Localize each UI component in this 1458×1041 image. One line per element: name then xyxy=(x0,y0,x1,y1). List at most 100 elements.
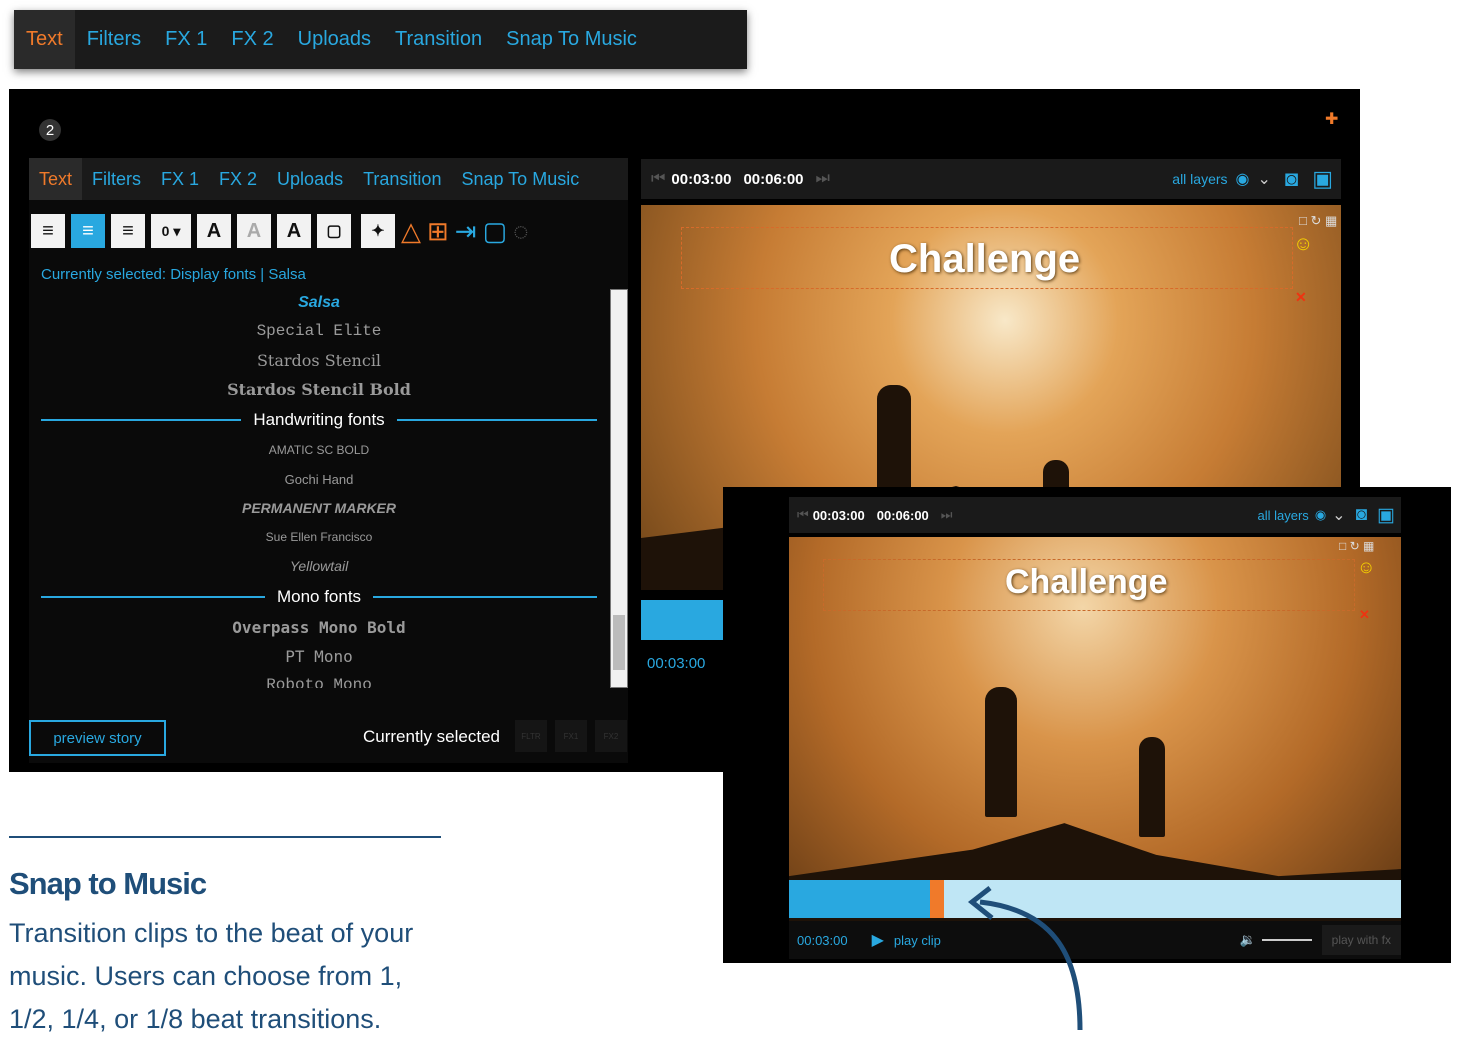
tab-fx2[interactable]: FX 2 xyxy=(209,158,267,200)
tab-fx2[interactable]: FX 2 xyxy=(219,10,285,69)
preview-story-button[interactable]: preview story xyxy=(29,720,166,756)
font-item[interactable]: Stardos Stencil Bold xyxy=(29,375,609,404)
tab-fx1[interactable]: FX 1 xyxy=(153,10,219,69)
chevron-down-icon[interactable]: ⌄ xyxy=(1258,169,1271,189)
font-list-scrollbar[interactable] xyxy=(610,289,628,688)
font-item[interactable]: Special Elite xyxy=(29,317,609,346)
font-item[interactable]: Sue Ellen Francisco xyxy=(29,523,609,552)
callout-arrow-icon xyxy=(967,886,1083,1030)
feature-description: Transition clips to the beat of your mus… xyxy=(9,918,414,1034)
font-item[interactable]: PT Mono xyxy=(29,642,609,671)
font-item[interactable]: Salsa xyxy=(29,288,609,317)
smiley-icon[interactable]: ☺ xyxy=(1357,557,1375,578)
divider xyxy=(396,419,597,421)
fullscreen-icon[interactable]: ▣ xyxy=(1312,166,1333,192)
clip-title-text[interactable]: Challenge xyxy=(1005,563,1167,602)
align-center-icon[interactable]: ≡ xyxy=(71,214,105,248)
font-item[interactable]: Roboto Mono xyxy=(29,671,609,688)
tab-snap-to-music[interactable]: Snap To Music xyxy=(494,10,649,69)
current-time: 00:03:00 xyxy=(647,655,706,672)
hiker-silhouette xyxy=(1139,737,1165,837)
tab-transition[interactable]: Transition xyxy=(383,10,494,69)
align-right-icon[interactable]: ≡ xyxy=(111,214,145,248)
snapshot-icon[interactable]: ◙ xyxy=(1356,504,1367,526)
caption-divider xyxy=(9,836,441,838)
eye-icon[interactable]: ◉ xyxy=(1236,169,1250,189)
enter-icon[interactable]: ⇥ xyxy=(455,216,477,246)
tab-filters[interactable]: Filters xyxy=(82,158,151,200)
chevron-down-icon[interactable]: ⌄ xyxy=(1332,505,1345,525)
delete-icon[interactable]: ✕ xyxy=(1359,607,1370,623)
tab-uploads[interactable]: Uploads xyxy=(286,10,383,69)
text-outline-icon[interactable]: A xyxy=(237,214,271,248)
font-item[interactable]: PERMANENT MARKER xyxy=(29,494,609,523)
snap-marker[interactable] xyxy=(930,880,944,918)
panel-tabs: Text Filters FX 1 FX 2 Uploads Transitio… xyxy=(29,158,628,200)
font-item[interactable]: Gochi Hand xyxy=(29,465,609,494)
clip-title-text[interactable]: Challenge xyxy=(889,237,1080,282)
timeline-progress xyxy=(789,880,934,918)
timeline-strip[interactable] xyxy=(641,600,725,640)
font-item[interactable]: Overpass Mono Bold xyxy=(29,613,609,642)
scrollbar-thumb[interactable] xyxy=(613,615,625,670)
section-title: Mono fonts xyxy=(276,587,362,606)
text-style-a-icon[interactable]: A xyxy=(197,214,231,248)
layers-dropdown[interactable]: all layers xyxy=(1172,171,1227,187)
mono-section-header: Mono fonts xyxy=(29,581,609,613)
volume-slider[interactable] xyxy=(1261,939,1312,941)
tab-uploads[interactable]: Uploads xyxy=(267,158,353,200)
fx2-slot[interactable]: FX2 xyxy=(595,720,627,752)
play-with-fx-button[interactable]: play with fx xyxy=(1321,925,1401,955)
text-panel: Text Filters FX 1 FX 2 Uploads Transitio… xyxy=(29,158,628,763)
selected-effects: FLTR FX1 FX2 xyxy=(515,720,627,752)
sparkle-icon[interactable]: ✦ xyxy=(361,214,395,248)
time-end: 00:06:00 xyxy=(876,507,929,523)
add-box-icon[interactable]: ⊞ xyxy=(427,216,449,246)
fx1-slot[interactable]: FX1 xyxy=(555,720,587,752)
skip-back-icon[interactable]: ⏮ xyxy=(797,507,809,523)
fullscreen-icon[interactable]: ▣ xyxy=(1377,504,1395,527)
volume-icon[interactable]: 🔉 xyxy=(1239,932,1255,948)
warning-triangle-icon[interactable]: △ xyxy=(401,216,421,246)
tab-text[interactable]: Text xyxy=(14,10,75,69)
tab-text[interactable]: Text xyxy=(29,158,83,200)
tab-filters[interactable]: Filters xyxy=(75,10,153,69)
filter-slot[interactable]: FLTR xyxy=(515,720,547,752)
time-start: 00:03:00 xyxy=(671,170,732,188)
smiley-icon[interactable]: ☺ xyxy=(1293,233,1313,256)
tab-fx1[interactable]: FX 1 xyxy=(151,158,209,200)
snapshot-icon[interactable]: ◙ xyxy=(1285,166,1298,192)
play-clip-button[interactable]: play clip xyxy=(894,933,941,948)
skip-forward-icon[interactable]: ⏭ xyxy=(941,507,953,523)
align-left-icon[interactable]: ≡ xyxy=(31,214,65,248)
font-item[interactable]: Stardos Stencil xyxy=(29,346,609,375)
font-list[interactable]: Salsa Special Elite Stardos Stencil Star… xyxy=(29,288,609,688)
time-end: 00:06:00 xyxy=(743,170,804,188)
text-toolbar: ≡ ≡ ≡ 0 ▾ A A A ▢ ✦ △ ⊞ ⇥ ▢ ◌ xyxy=(29,206,630,256)
skip-forward-icon[interactable]: ⏭ xyxy=(816,170,830,188)
current-font-label: Currently selected: Display fonts | Sals… xyxy=(41,266,306,283)
player-header: ⏮ 00:03:00 00:06:00 ⏭ all layers ◉ ⌄ ◙ ▣ xyxy=(641,159,1341,199)
font-size-dropdown[interactable]: 0 ▾ xyxy=(151,214,191,248)
overlay-controls: □ ↻ ▦ xyxy=(1299,213,1338,228)
tab-bar-zoomed: Text Filters FX 1 FX 2 Uploads Transitio… xyxy=(14,10,747,69)
divider xyxy=(373,596,598,598)
eye-icon[interactable]: ◉ xyxy=(1315,507,1326,523)
frame-icon[interactable]: ▢ xyxy=(483,216,508,246)
overlay-controls: □ ↻ ▦ xyxy=(1339,539,1375,553)
current-time: 00:03:00 xyxy=(797,932,848,948)
layers-dropdown[interactable]: all layers xyxy=(1258,508,1309,523)
section-title: Handwriting fonts xyxy=(253,410,385,429)
font-item[interactable]: AMATIC SC BOLD xyxy=(29,436,609,465)
divider xyxy=(41,419,242,421)
dotted-frame-icon[interactable]: ◌ xyxy=(513,216,528,246)
text-box-icon[interactable]: ▢ xyxy=(317,214,351,248)
tab-transition[interactable]: Transition xyxy=(353,158,451,200)
font-item[interactable]: Yellowtail xyxy=(29,552,609,581)
tab-snap-to-music[interactable]: Snap To Music xyxy=(451,158,589,200)
delete-icon[interactable]: ✕ xyxy=(1295,289,1307,306)
play-icon[interactable]: ▶ xyxy=(872,930,884,950)
text-shadow-icon[interactable]: A xyxy=(277,214,311,248)
pin-icon[interactable]: ✚ xyxy=(1325,109,1338,129)
skip-back-icon[interactable]: ⏮ xyxy=(651,170,665,188)
